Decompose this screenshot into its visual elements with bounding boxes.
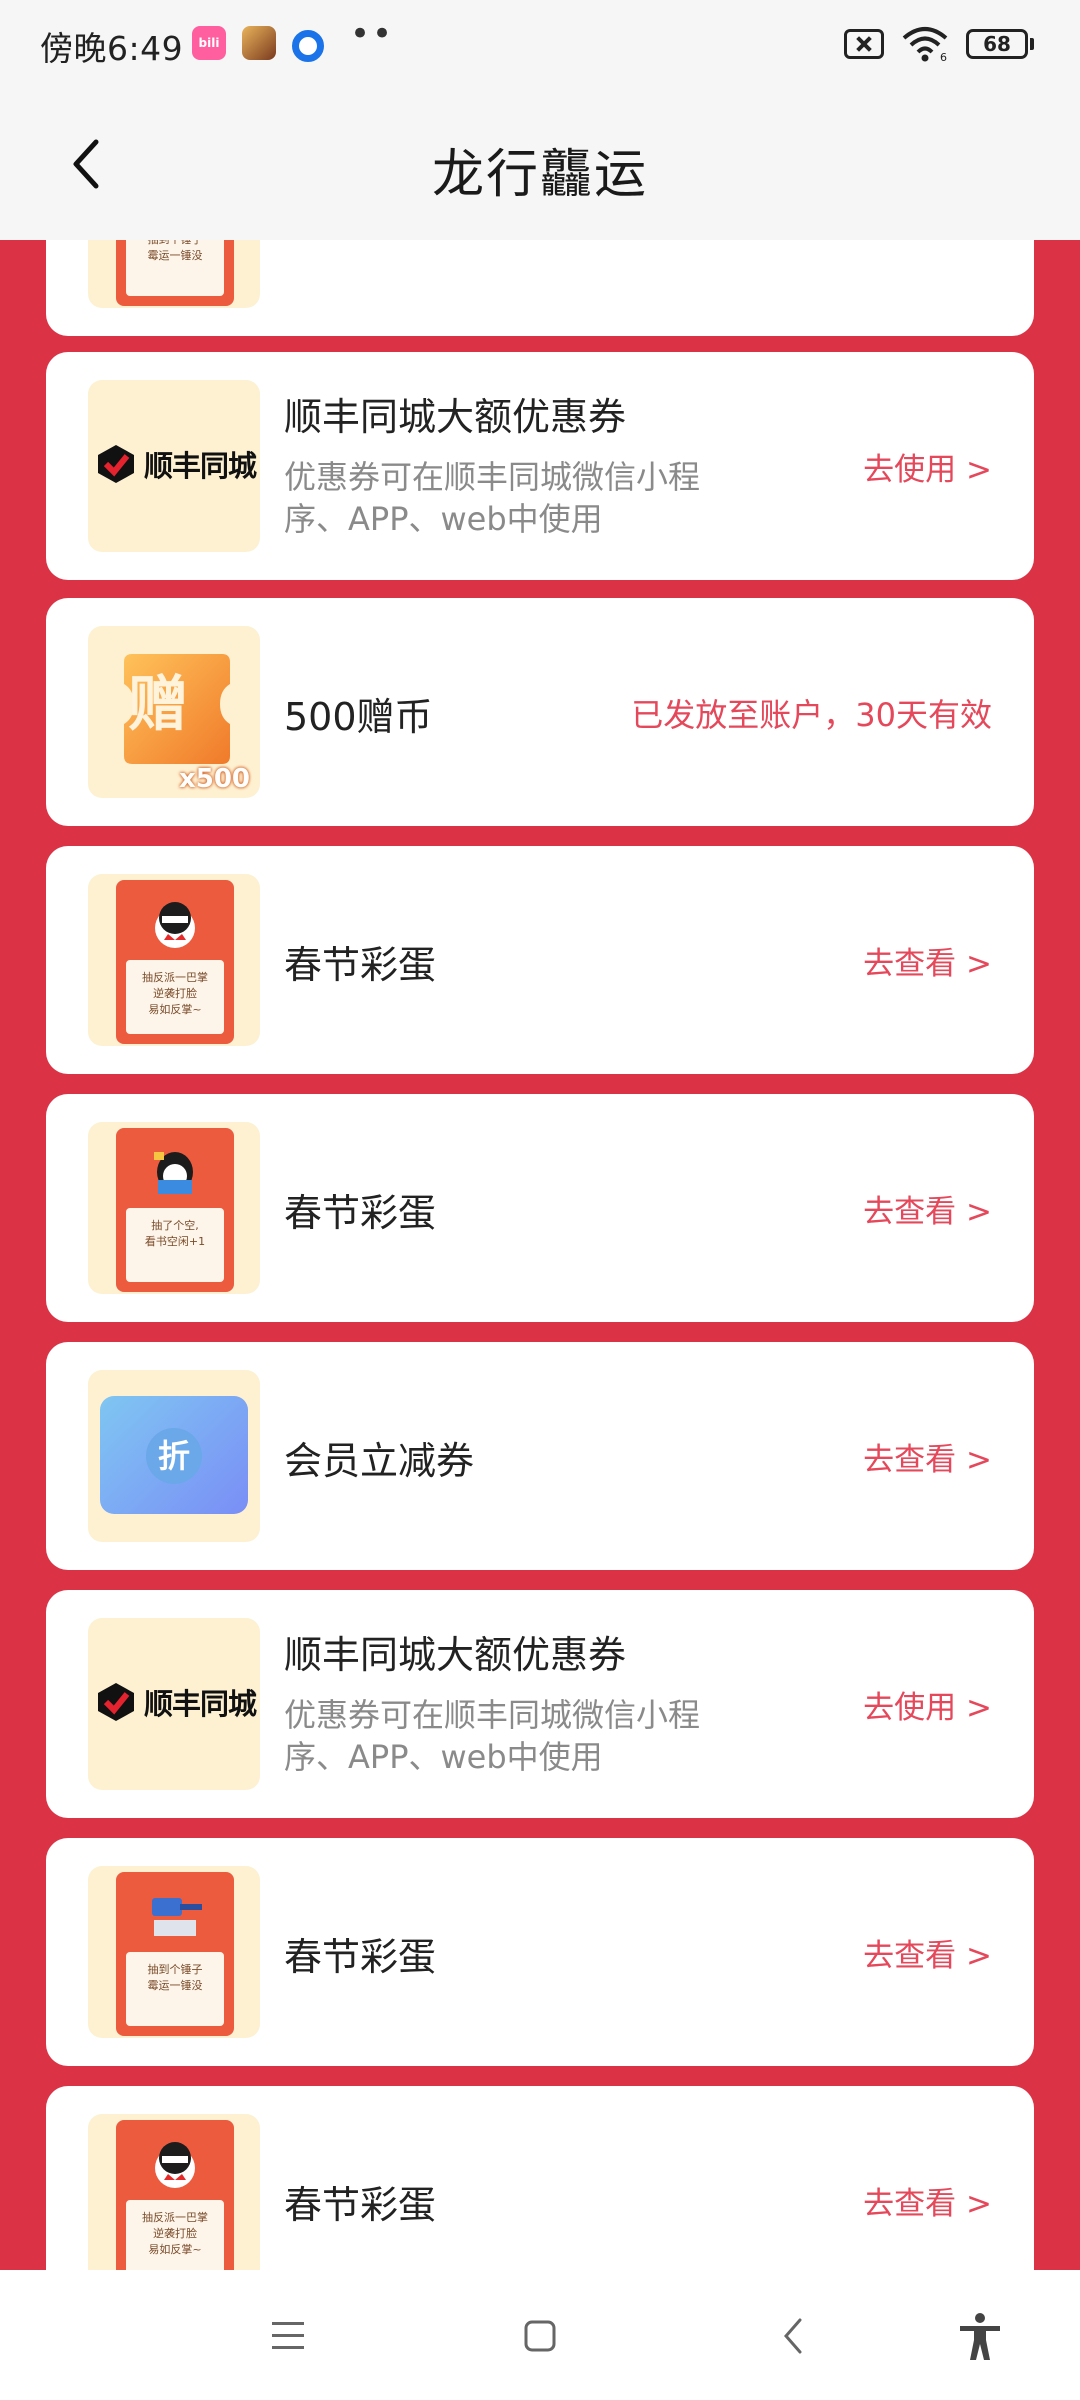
- coin-count: x500: [178, 764, 250, 794]
- egg-thumbnail: 抽到个锤子 霉运一锤没: [88, 240, 260, 308]
- card-description: 优惠券可在顺丰同城微信小程序、APP、web中使用: [284, 1696, 701, 1776]
- sf-logo-icon: [98, 445, 134, 483]
- battery-level: 68: [966, 29, 1028, 59]
- discount-char: 折: [146, 1428, 202, 1484]
- system-nav-bar: [0, 2270, 1080, 2400]
- view-button[interactable]: 去查看 >: [863, 938, 992, 983]
- view-button[interactable]: 去查看 >: [863, 1930, 992, 1975]
- egg-thumb-text: 抽反派一巴掌 逆袭打脸 易如反掌~: [126, 960, 224, 1034]
- egg-thumb-text: 抽到个锤子 霉运一锤没: [126, 1952, 224, 2026]
- qq-browser-icon: [292, 30, 324, 62]
- no-sim-icon: [844, 29, 884, 59]
- page-title: 龙行龘运: [431, 145, 648, 205]
- view-button[interactable]: 去查看 >: [863, 2178, 992, 2223]
- reward-card[interactable]: 抽反派一巴掌 逆袭打脸 易如反掌~ 春节彩蛋 去查看 >: [46, 846, 1034, 1074]
- game-icon: [242, 26, 276, 60]
- reward-card[interactable]: 抽反派一巴掌 逆袭打脸 易如反掌~ 春节彩蛋 去查看 >: [46, 2086, 1034, 2270]
- reward-card[interactable]: 抽了个空, 看书空闲+1 春节彩蛋 去查看 >: [46, 1094, 1034, 1322]
- menu-icon[interactable]: [262, 2310, 314, 2362]
- status-bar: 傍晚6:49 bili •• 6 68: [0, 0, 1080, 92]
- reward-card[interactable]: 赠 x500 500赠币 已发放至账户，30天有效: [46, 598, 1034, 826]
- more-notifications-icon: ••: [350, 14, 395, 54]
- status-time: 傍晚6:49: [40, 29, 184, 68]
- sf-logo-thumbnail: 顺丰同城: [88, 1618, 260, 1790]
- view-button[interactable]: 去查看 >: [863, 1186, 992, 1231]
- accessibility-icon[interactable]: [954, 2310, 1006, 2362]
- reward-card[interactable]: 抽到个锤子 霉运一锤没: [46, 240, 1034, 336]
- header: 龙行龘运: [0, 92, 1080, 240]
- use-button[interactable]: 去使用 >: [863, 1682, 992, 1727]
- sf-logo-text: 顺丰同城: [144, 449, 257, 483]
- penguin-icon: [155, 902, 195, 948]
- hammer-icon: [152, 1898, 202, 1936]
- egg-thumbnail: 抽到个锤子 霉运一锤没: [88, 1866, 260, 2038]
- card-description: 优惠券可在顺丰同城微信小程序、APP、web中使用: [284, 458, 701, 538]
- view-button[interactable]: 去查看 >: [863, 1434, 992, 1479]
- reward-card[interactable]: 顺丰同城 顺丰同城大额优惠券 优惠券可在顺丰同城微信小程序、APP、web中使用…: [46, 1590, 1034, 1818]
- egg-thumb-text: 抽到个锤子 霉运一锤没: [126, 240, 224, 296]
- reward-card[interactable]: 折 会员立减券 去查看 >: [46, 1342, 1034, 1570]
- reward-card[interactable]: 抽到个锤子 霉运一锤没 春节彩蛋 去查看 >: [46, 1838, 1034, 2066]
- egg-thumbnail: 抽反派一巴掌 逆袭打脸 易如反掌~: [88, 2114, 260, 2270]
- wifi-icon: 6: [902, 27, 948, 62]
- card-title: 春节彩蛋: [284, 1191, 437, 1235]
- card-title: 春节彩蛋: [284, 2183, 437, 2227]
- card-title: 会员立减券: [284, 1439, 475, 1483]
- reward-card[interactable]: 顺丰同城 顺丰同城大额优惠券 优惠券可在顺丰同城微信小程序、APP、web中使用…: [46, 352, 1034, 580]
- bilibili-icon: bili: [192, 26, 226, 60]
- back-nav-icon[interactable]: [768, 2310, 820, 2362]
- egg-thumbnail: 抽了个空, 看书空闲+1: [88, 1122, 260, 1294]
- card-title: 顺丰同城大额优惠券: [284, 395, 627, 439]
- discount-thumbnail: 折: [88, 1370, 260, 1542]
- penguin-reading-icon: [154, 1152, 193, 1194]
- sf-logo-text: 顺丰同城: [144, 1687, 257, 1721]
- status-text: 已发放至账户，30天有效: [631, 696, 992, 734]
- battery-icon: 68: [966, 29, 1034, 59]
- sf-logo-thumbnail: 顺丰同城: [88, 380, 260, 552]
- card-title: 春节彩蛋: [284, 1935, 437, 1979]
- card-title: 春节彩蛋: [284, 943, 437, 987]
- egg-thumb-text: 抽反派一巴掌 逆袭打脸 易如反掌~: [126, 2200, 224, 2270]
- coin-thumbnail: 赠 x500: [88, 626, 260, 798]
- card-title: 顺丰同城大额优惠券: [284, 1633, 627, 1677]
- discount-ticket-icon: 折: [100, 1396, 248, 1514]
- egg-thumb-text: 抽了个空, 看书空闲+1: [126, 1208, 224, 1282]
- sf-logo-icon: [98, 1683, 134, 1721]
- card-title: 500赠币: [284, 695, 433, 739]
- use-button[interactable]: 去使用 >: [863, 444, 992, 489]
- coin-char: 赠: [128, 670, 188, 740]
- wifi-label: 6: [940, 51, 947, 62]
- home-icon[interactable]: [514, 2310, 566, 2362]
- penguin-icon: [155, 2142, 195, 2188]
- egg-thumbnail: 抽反派一巴掌 逆袭打脸 易如反掌~: [88, 874, 260, 1046]
- status-right-group: 6 68: [844, 24, 1034, 64]
- reward-list: 抽到个锤子 霉运一锤没 顺丰同城 顺丰同城大额优惠券 优惠券可在顺丰同城微信小程…: [0, 240, 1080, 2270]
